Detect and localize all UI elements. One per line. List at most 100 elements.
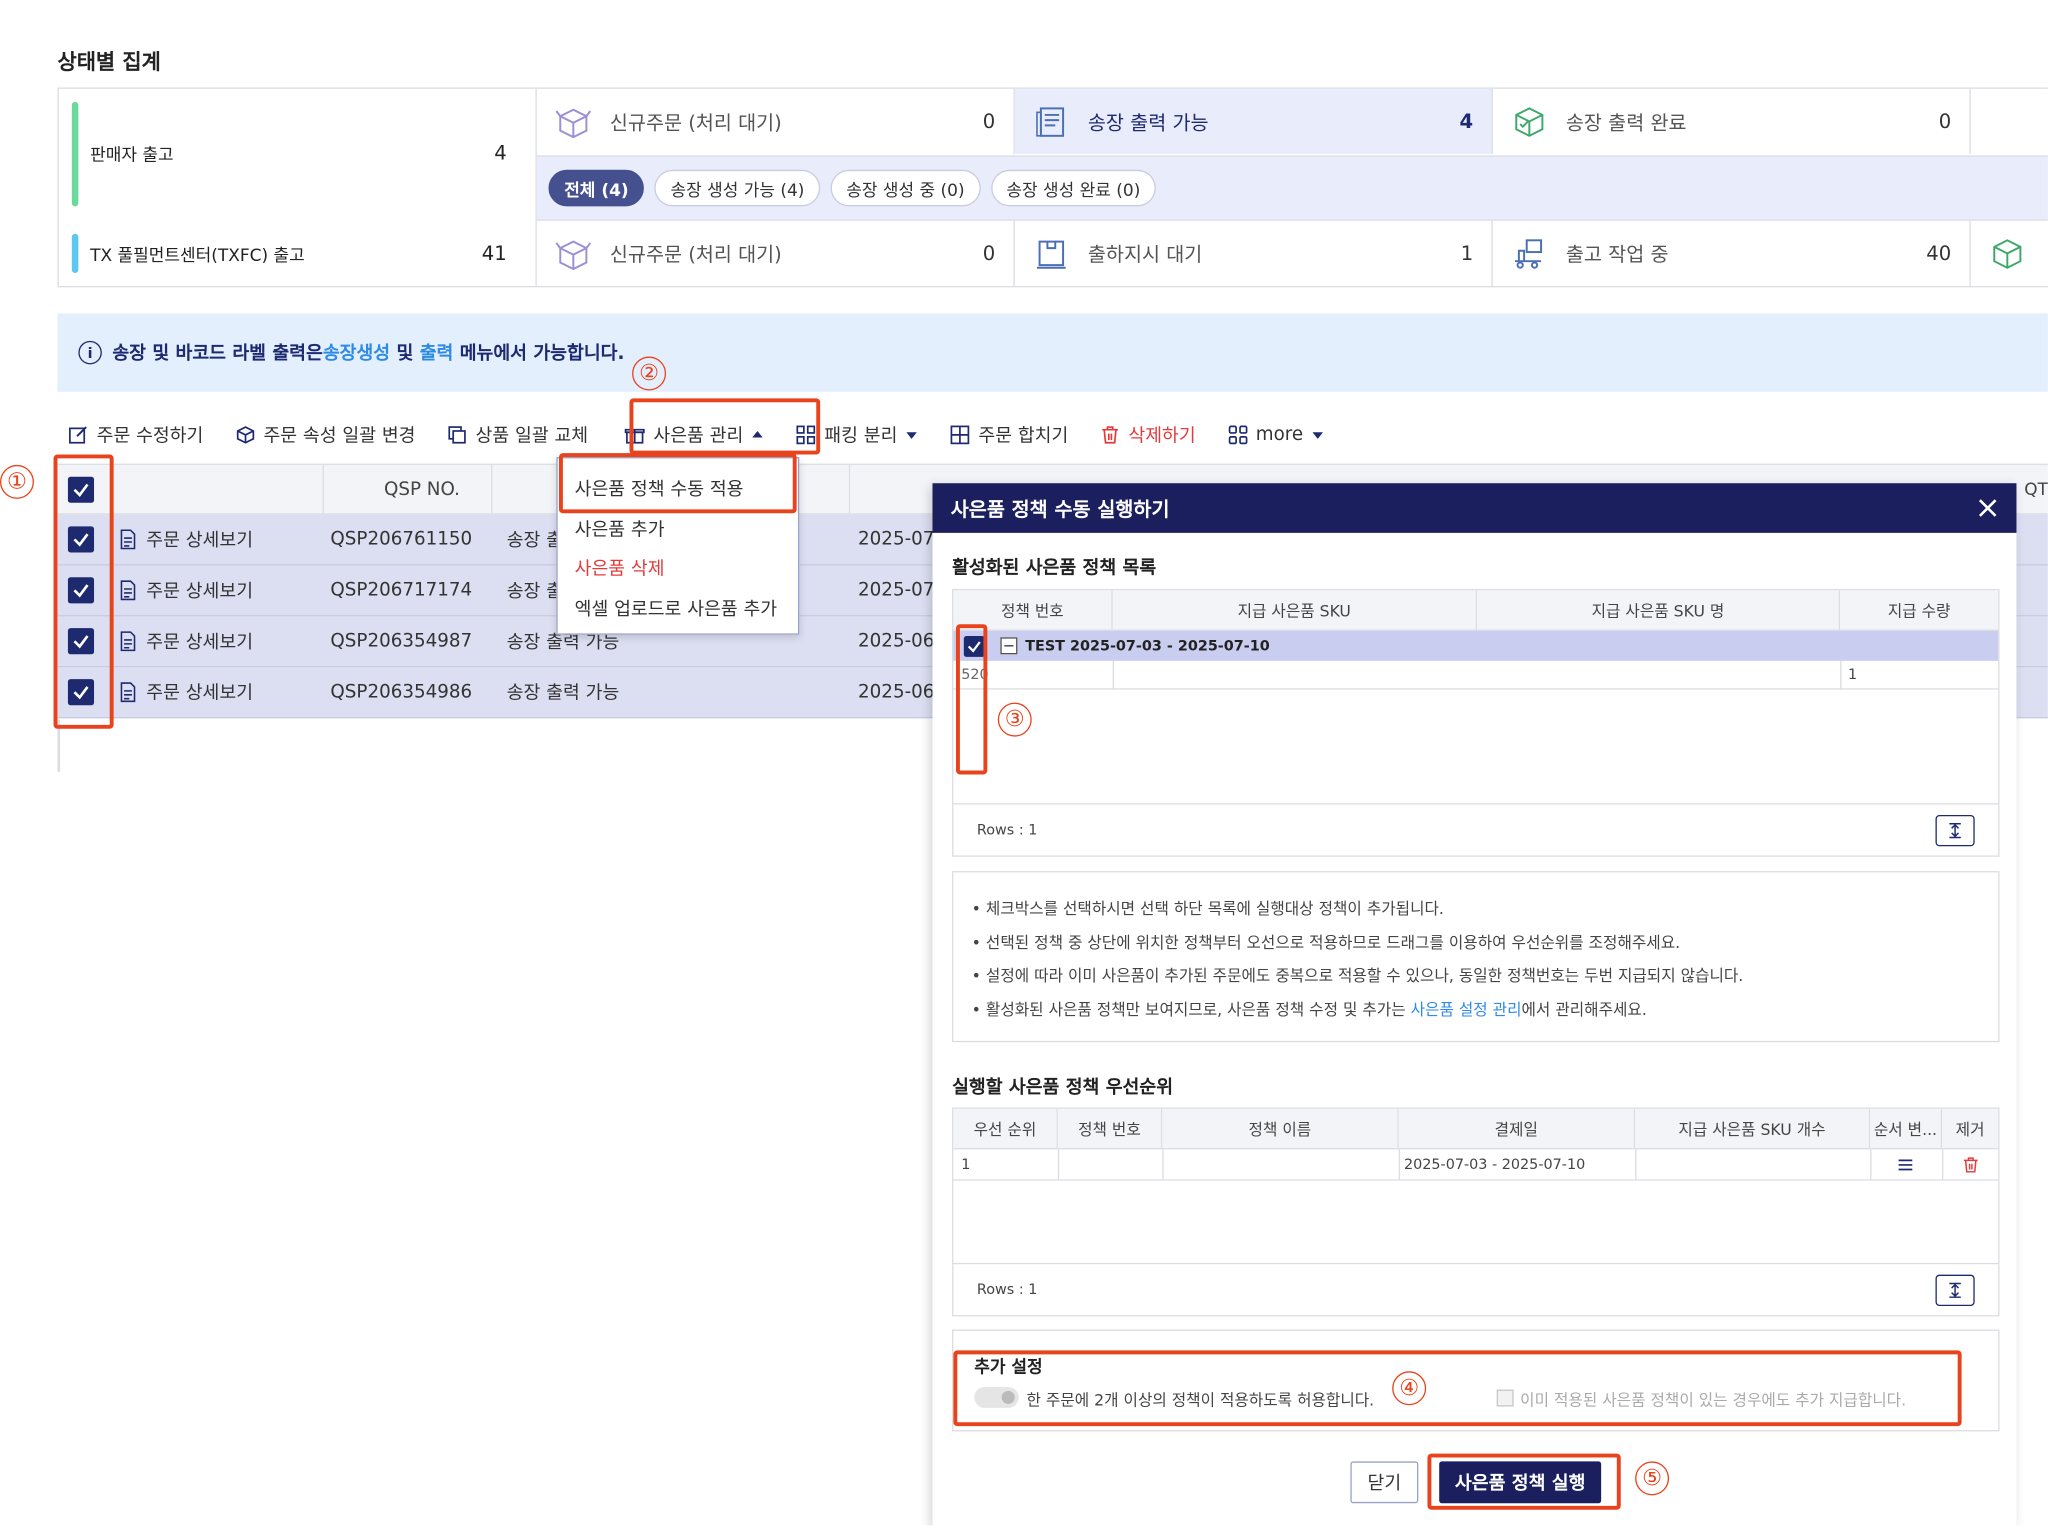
active-policy-title: 활성화된 사은품 정책 목록 [952,557,1157,579]
cell-label: 신규주문 (처리 대기) [609,242,782,266]
menu-item-excel-upload[interactable]: 엑셀 업로드로 사은품 추가 [575,596,777,622]
col-pay-date[interactable]: 결제일 [1398,1108,1636,1150]
merge-order-button[interactable]: 주문 합치기 [950,422,1069,448]
cell-count: 1 [1460,241,1474,266]
col-qsp-no[interactable]: QSP NO. [384,465,460,513]
policy-row[interactable]: 520 1 [953,660,1999,690]
menu-item-delete-gift[interactable]: 사은품 삭제 [575,555,665,581]
notice-box: • 체크박스를 선택하시면 선택 하단 목록에 실행대상 정책이 추가됩니다. … [952,871,2000,1043]
fulfillment-group[interactable]: TX 풀필먼트센터(TXFC) 출고 41 [59,220,537,288]
info-banner: i 송장 및 바코드 라벨 출력은 송장생성 및 출력 메뉴에서 가능합니다. [57,313,2048,392]
col-remove[interactable]: 제거 [1942,1108,1999,1150]
close-button[interactable]: 닫기 [1350,1461,1419,1504]
document-icon [120,529,136,550]
col-qt-partial: QT [2024,480,2048,501]
box-open-icon [555,240,592,271]
qsp-no: QSP206354987 [330,630,473,652]
fulfillment-label: TX 풀필먼트센터(TXFC) 출고 [90,246,305,267]
status-summary: 판매자 출고 4 TX 풀필먼트센터(TXFC) 출고 41 신규주문 (처리 … [57,87,2048,288]
col-rank[interactable]: 우선 순위 [953,1108,1058,1150]
priority-date: 2025-07-03 - 2025-07-10 [1403,1155,1586,1173]
annotation-box-4 [953,1350,1962,1427]
trash-icon [1102,426,1118,444]
rows-count: Rows : 1 [976,1281,1038,1299]
fulfillment-bar [71,233,79,273]
merge-order-label: 주문 합치기 [978,425,1069,447]
chip-invoice-creating[interactable]: 송장 생성 중 (0) [830,169,981,207]
status: 송장 출 [506,581,564,603]
cell-count: 0 [1938,109,1952,134]
cell-ff-partial[interactable] [1971,221,2048,286]
annotation-marker-3: ③ [997,702,1032,737]
seller-group[interactable]: 판매자 출고 4 [59,88,537,221]
seller-bar [71,101,79,207]
order-detail-label: 주문 상세보기 [146,530,254,552]
col-policy-name[interactable]: 정책 이름 [1162,1108,1399,1150]
edit-order-label: 주문 수정하기 [96,425,204,447]
note-item: • 선택된 정책 중 상단에 위치한 정책부터 오선으로 적용하므로 드래그를 … [971,933,1681,952]
policy-group-row[interactable]: TEST 2025-07-03 - 2025-07-10 [953,630,1999,661]
chip-all[interactable]: 전체 (4) [548,169,645,207]
annotation-marker-1: ① [0,464,34,499]
order-detail-link[interactable]: 주문 상세보기 [118,616,253,666]
priority-rank: 1 [961,1155,971,1173]
annotation-marker-4: ④ [1392,1371,1427,1406]
priority-footer: Rows : 1 [952,1264,2000,1317]
order-detail-label: 주문 상세보기 [146,683,254,704]
cell-label: 출하지시 대기 [1087,242,1203,266]
date: 2025-07- [858,528,942,550]
note-item: • 설정에 따라 이미 사은품이 추가된 주문에도 중복으로 적용할 수 있으나… [971,966,1744,985]
annotation-marker-2: ② [632,356,667,391]
order-detail-label: 주문 상세보기 [146,581,254,603]
expand-button[interactable] [1935,814,1975,847]
annotation-box-2b [558,453,797,514]
expand-button[interactable] [1935,1274,1975,1306]
delete-button[interactable]: 삭제하기 [1100,422,1196,448]
trash-icon[interactable] [1962,1156,1980,1174]
active-policy-table: 정책 번호 지급 사은품 SKU 지급 사은품 SKU 명 지급 수량 TEST… [952,589,2000,805]
cell-ff-shipment-wait[interactable]: 출하지시 대기 1 [1015,220,1493,287]
collapse-icon[interactable] [1000,637,1018,655]
cell-ff-new-order[interactable]: 신규주문 (처리 대기) 0 [537,220,1015,287]
order-detail-link[interactable]: 주문 상세보기 [118,565,253,615]
annotation-box-3 [955,624,988,775]
bulk-product-button[interactable]: 상품 일괄 교체 [447,422,588,448]
status: 송장 출 [506,530,564,552]
edit-order-button[interactable]: 주문 수정하기 [68,422,203,448]
col-policy-no[interactable]: 정책 번호 [1057,1108,1163,1150]
drag-handle-icon[interactable] [1896,1156,1914,1174]
annotation-marker-5: ⑤ [1635,1461,1670,1496]
copy-icon [448,426,466,444]
print-link[interactable]: 출력 [420,340,454,366]
col-gift-sku-name[interactable]: 지급 사은품 SKU 명 [1477,590,1841,631]
annotation-box-1 [53,454,114,729]
cell-ff-working[interactable]: 출고 작업 중 40 [1493,220,1971,287]
cell-label: 송장 출력 완료 [1565,110,1687,134]
menu-item-add-gift[interactable]: 사은품 추가 [575,516,665,542]
info-text-prefix: 송장 및 바코드 라벨 출력은 [112,343,323,365]
date: 2025-06- [858,681,942,703]
col-gift-qty[interactable]: 지급 수량 [1840,590,1999,631]
col-sku-count[interactable]: 지급 사은품 SKU 개수 [1635,1108,1871,1150]
cell-invoice-done[interactable]: 송장 출력 완료 0 [1493,88,1971,155]
priority-row[interactable]: 1 2025-07-03 - 2025-07-10 [953,1149,1999,1181]
order-detail-link[interactable]: 주문 상세보기 [118,515,253,565]
note-item: • 체크박스를 선택하시면 선택 하단 목록에 실행대상 정책이 추가됩니다. [971,899,1444,919]
cell-label: 출고 작업 중 [1565,242,1669,266]
gift-settings-link[interactable]: 사은품 설정 관리 [1411,1000,1522,1018]
chip-invoice-creatable[interactable]: 송장 생성 가능 (4) [654,169,821,207]
bulk-attr-button[interactable]: 주문 속성 일괄 변경 [235,422,415,448]
col-gift-sku[interactable]: 지급 사은품 SKU [1112,590,1478,631]
order-detail-link[interactable]: 주문 상세보기 [118,667,253,717]
close-icon[interactable] [1975,495,2001,521]
more-button[interactable]: more [1227,424,1324,445]
cell-new-order[interactable]: 신규주문 (처리 대기) 0 [537,88,1015,155]
cell-invoice-ready[interactable]: 송장 출력 가능 4 [1014,88,1493,155]
invoice-create-link[interactable]: 송장생성 [323,340,390,366]
col-order-change[interactable]: 순서 변... [1870,1108,1943,1150]
qsp-no: QSP206717174 [330,579,473,601]
seller-label: 판매자 출고 [90,146,174,166]
document-icon [120,580,136,601]
chip-invoice-created[interactable]: 송장 생성 완료 (0) [990,169,1157,207]
modal-header: 사은품 정책 수동 실행하기 [932,483,2017,533]
